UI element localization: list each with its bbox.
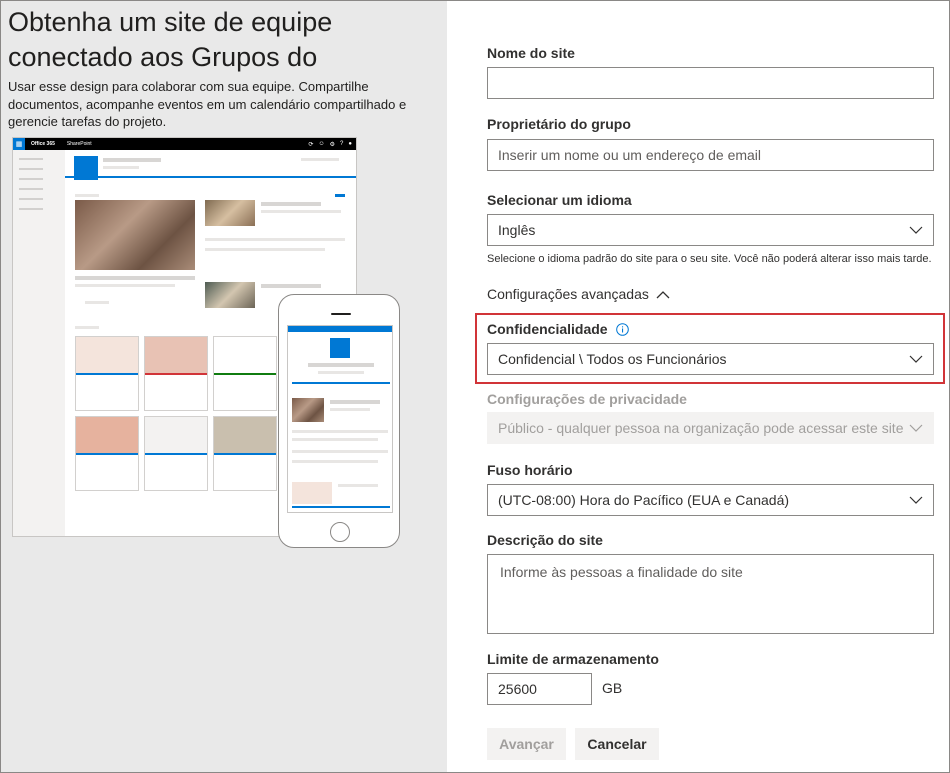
preview-nav <box>13 150 65 536</box>
preview-hero-photo <box>75 200 195 270</box>
template-description: Usar esse design para colaborar com sua … <box>8 79 407 129</box>
preview-header-icons: ⟳ ☺ ⚙? ● <box>308 140 352 148</box>
language-dropdown[interactable]: Inglês <box>487 214 934 246</box>
preview-brand: Office 365 <box>31 141 55 147</box>
site-name-label: Nome do site <box>487 45 575 61</box>
privacy-dropdown: Público - qualquer pessoa na organização… <box>487 412 934 444</box>
confidentiality-value: Confidencial \ Todos os Funcionários <box>498 351 727 367</box>
chevron-down-icon <box>909 226 923 234</box>
language-label: Selecionar um idioma <box>487 192 632 208</box>
chevron-down-icon <box>909 424 923 432</box>
storage-unit: GB <box>602 680 623 696</box>
timezone-dropdown[interactable]: (UTC-08:00) Hora do Pacífico (EUA e Cana… <box>487 484 934 516</box>
preview-site-logo <box>74 156 98 180</box>
confidentiality-label-text: Confidencialidade <box>487 321 608 337</box>
group-owner-label: Proprietário do grupo <box>487 116 631 132</box>
language-value: Inglês <box>498 222 536 238</box>
storage-limit-label: Limite de armazenamento <box>487 651 659 667</box>
site-description-input[interactable] <box>487 554 934 634</box>
advanced-settings-toggle[interactable]: Configurações avançadas <box>487 286 670 302</box>
privacy-value: Público - qualquer pessoa na organização… <box>498 420 904 436</box>
privacy-label: Configurações de privacidade <box>487 391 687 407</box>
confidentiality-label: Confidencialidade <box>487 321 630 337</box>
site-description-label: Descrição do site <box>487 532 603 548</box>
group-owner-input[interactable] <box>487 139 934 171</box>
preview-app-name: SharePoint <box>66 141 92 147</box>
timezone-label: Fuso horário <box>487 462 573 478</box>
preview-news-photo-1 <box>205 200 255 226</box>
preview-suite-bar: ▦ Office 365 SharePoint ⟳ ☺ ⚙? ● <box>13 138 356 150</box>
advanced-settings-label: Configurações avançadas <box>487 286 649 302</box>
cancel-button[interactable]: Cancelar <box>575 728 659 760</box>
storage-limit-input[interactable] <box>487 673 592 705</box>
phone-home-button <box>330 522 350 542</box>
next-button[interactable]: Avançar <box>487 728 566 760</box>
template-title: Obtenha um site de equipe conectado aos … <box>8 7 333 72</box>
confidentiality-dropdown[interactable]: Confidencial \ Todos os Funcionários <box>487 343 934 375</box>
template-preview-panel: Obtenha um site de equipe conectado aos … <box>0 0 447 773</box>
phone-screen <box>287 325 393 513</box>
chevron-up-icon <box>656 290 670 298</box>
chevron-down-icon <box>909 355 923 363</box>
chevron-down-icon <box>909 496 923 504</box>
site-name-input[interactable] <box>487 67 934 99</box>
language-hint: Selecione o idioma padrão do site para o… <box>487 253 932 265</box>
mobile-preview-image <box>278 294 400 548</box>
info-icon[interactable] <box>616 323 630 336</box>
preview-news-photo-2 <box>205 282 255 308</box>
waffle-icon: ▦ <box>13 138 25 150</box>
preview-site-header <box>65 150 356 180</box>
timezone-value: (UTC-08:00) Hora do Pacífico (EUA e Cana… <box>498 492 790 508</box>
